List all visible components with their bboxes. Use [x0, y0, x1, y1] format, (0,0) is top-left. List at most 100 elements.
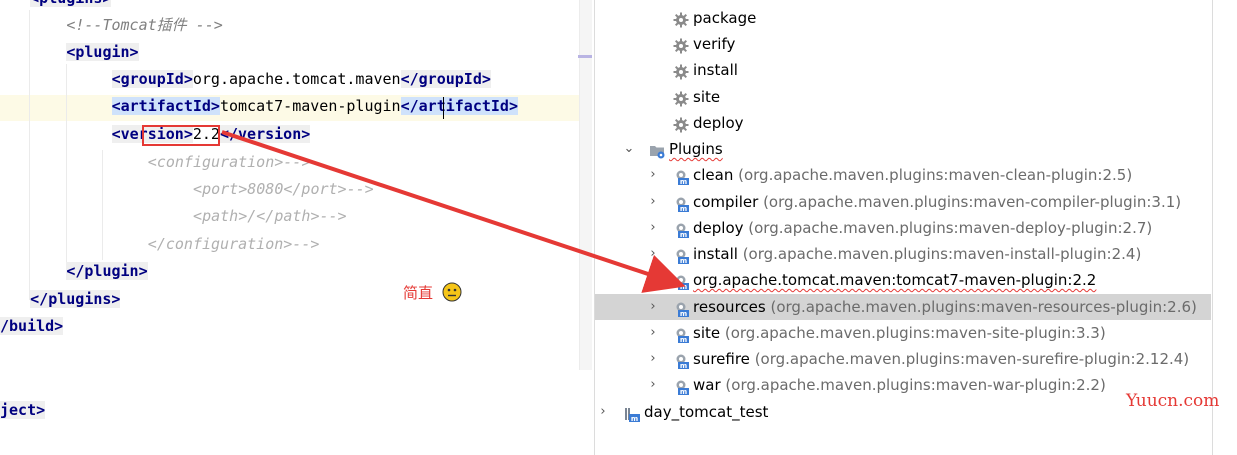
gear-icon	[673, 36, 689, 54]
maven-plugin-icon: m	[673, 246, 689, 265]
chevron-right-icon[interactable]: ›	[647, 346, 659, 372]
tree-item-name: site	[693, 88, 721, 106]
xml-tag: <groupId>	[111, 70, 193, 88]
svg-text:m: m	[631, 415, 638, 422]
maven-plugin-icon: m	[673, 377, 689, 396]
xml-editor[interactable]: <plugins> <!--Tomcat插件 --> <plugin> <groupI…	[0, 0, 592, 455]
editor-scroll-marker	[578, 55, 592, 58]
tree-item-name: install	[693, 61, 738, 79]
xml-tag: </plugins>	[30, 290, 121, 308]
plugin-item-deploy[interactable]: › m deploy (org.apache.maven.plugins:maven…	[595, 215, 1211, 241]
code-line[interactable]: <port>8080</port>-->	[193, 177, 374, 201]
code-line[interactable]: <artifactId>tomcat7-maven-plugin</artifa…	[111, 94, 518, 118]
plugin-coordinates: (org.apache.maven.plugins:maven-war-plug…	[725, 376, 1106, 394]
xml-value: tomcat7-maven-plugin	[219, 97, 401, 115]
plugin-item-resources[interactable]: › m resources (org.apache.maven.plugins:ma…	[595, 294, 1211, 320]
tree-item-name: resources	[693, 298, 766, 316]
plugin-item-compiler[interactable]: › m compiler (org.apache.maven.plugins:mav…	[595, 189, 1211, 215]
xml-comment: <configuration>-->	[147, 153, 311, 171]
plugin-item-2[interactable]: › m org.apache.tomcat.maven:tomcat7-maven-…	[595, 267, 1211, 293]
tree-item-name: war	[693, 376, 721, 394]
plugin-item-clean[interactable]: › m clean (org.apache.maven.plugins:maven-…	[595, 162, 1211, 188]
tree-item-name: package	[693, 9, 757, 27]
svg-text:m: m	[680, 205, 687, 212]
code-line[interactable]: <path>/</path>-->	[193, 204, 347, 228]
chevron-right-icon[interactable]: ›	[647, 320, 659, 346]
code-line[interactable]: <configuration>-->	[148, 150, 311, 174]
maven-plugin-icon: m	[673, 194, 689, 213]
tree-row-label: war (org.apache.maven.plugins:maven-war-…	[693, 372, 1106, 398]
xml-comment: <!--Tomcat插件 -->	[66, 16, 223, 34]
annotation-note-text: 简直	[403, 284, 434, 302]
xml-tag: <artifactId>	[111, 97, 220, 115]
tree-row-label: package	[693, 5, 756, 31]
chevron-right-icon[interactable]: ›	[647, 215, 659, 241]
maven-plugin-icon: m	[673, 220, 689, 239]
chevron-right-icon[interactable]: ›	[597, 399, 609, 425]
tree-row-label: surefire (org.apache.maven.plugins:maven…	[693, 346, 1189, 372]
svg-text:m: m	[680, 336, 687, 343]
chevron-right-icon[interactable]: ›	[647, 267, 659, 293]
tree-item-name: compiler	[693, 193, 759, 211]
lifecycle-item-deploy[interactable]: deploy	[595, 110, 1211, 136]
indent-guide	[29, 10, 30, 300]
xml-comment: <port>8080</port>-->	[193, 180, 374, 198]
xml-tag: </groupId>	[400, 70, 491, 88]
plugin-item-install[interactable]: › m install (org.apache.maven.plugins:mave…	[595, 241, 1211, 267]
tree-row-label: deploy	[693, 110, 744, 136]
maven-tool-window[interactable]: package verify install site deploy ⌄ Plugins › m…	[594, 0, 1237, 455]
tree-scrollbar-edge	[1212, 0, 1213, 455]
plugin-coordinates: (org.apache.maven.plugins:maven-install-…	[742, 245, 1142, 263]
tree-row-label: install (org.apache.maven.plugins:maven-…	[693, 241, 1141, 267]
svg-text:m: m	[680, 231, 687, 238]
gear-icon	[673, 115, 689, 133]
chevron-right-icon[interactable]: ›	[647, 372, 659, 398]
code-line[interactable]: /build>	[0, 314, 64, 338]
chevron-right-icon[interactable]: ›	[647, 241, 659, 267]
tree-row-label: day_tomcat_test	[644, 399, 768, 425]
lifecycle-item-verify[interactable]: verify	[595, 31, 1211, 57]
tree-row-label: site	[693, 84, 720, 110]
svg-text:m: m	[680, 283, 687, 290]
watermark-text: Yuucn.com	[1126, 391, 1220, 411]
gear-icon	[673, 62, 689, 80]
neutral-face-icon	[442, 282, 462, 302]
lifecycle-item-site[interactable]: site	[595, 84, 1211, 110]
xml-comment: </configuration>-->	[147, 235, 320, 253]
code-line[interactable]: <groupId>org.apache.tomcat.maven</groupI…	[111, 67, 491, 91]
chevron-right-icon[interactable]: ›	[647, 189, 659, 215]
code-line[interactable]: </configuration>-->	[148, 232, 320, 256]
tree-item-name: Plugins	[669, 140, 723, 158]
plugin-item-war[interactable]: › m war (org.apache.maven.plugins:maven-wa…	[595, 372, 1211, 398]
xml-tag: </artifactId>	[400, 97, 518, 115]
tree-row-label: site (org.apache.maven.plugins:maven-sit…	[693, 320, 1106, 346]
maven-project-icon: m	[624, 404, 640, 423]
code-line[interactable]: </plugin>	[66, 259, 148, 283]
code-line[interactable]: </plugins>	[30, 287, 121, 311]
plugin-item-site[interactable]: › m site (org.apache.maven.plugins:maven-s…	[595, 320, 1211, 346]
tree-item-name: day_tomcat_test	[644, 403, 769, 421]
tree-row-label: deploy (org.apache.maven.plugins:maven-d…	[693, 215, 1152, 241]
plugin-coordinates: (org.apache.maven.plugins:maven-deploy-p…	[748, 219, 1153, 237]
chevron-right-icon[interactable]: ›	[647, 294, 659, 320]
code-line[interactable]: <plugin>	[66, 40, 139, 64]
xml-tag: ject>	[0, 401, 46, 419]
chevron-right-icon[interactable]: ›	[647, 162, 659, 188]
project-node[interactable]: › m day_tomcat_test	[595, 399, 1211, 425]
plugin-coordinates: (org.apache.maven.plugins:maven-clean-pl…	[738, 166, 1133, 184]
xml-tag: <plugins>	[30, 0, 112, 7]
xml-value: org.apache.tomcat.maven	[192, 70, 401, 88]
plugins-node[interactable]: ⌄ Plugins	[595, 136, 1211, 162]
chevron-down-icon[interactable]: ⌄	[623, 136, 635, 162]
code-line[interactable]: ject>	[0, 398, 46, 422]
code-line[interactable]: <!--Tomcat插件 -->	[66, 13, 222, 37]
plugin-item-surefire[interactable]: › m surefire (org.apache.maven.plugins:mav…	[595, 346, 1211, 372]
tree-row-label: install	[693, 57, 738, 83]
lifecycle-item-package[interactable]: package	[595, 5, 1211, 31]
tree-item-name: clean	[693, 166, 734, 184]
lifecycle-item-install[interactable]: install	[595, 57, 1211, 83]
maven-plugin-icon: m	[673, 351, 689, 370]
code-line[interactable]: <plugins>	[30, 0, 112, 10]
version-highlight-box	[142, 125, 220, 146]
plugin-coordinates: (org.apache.maven.plugins:maven-compiler…	[763, 193, 1182, 211]
